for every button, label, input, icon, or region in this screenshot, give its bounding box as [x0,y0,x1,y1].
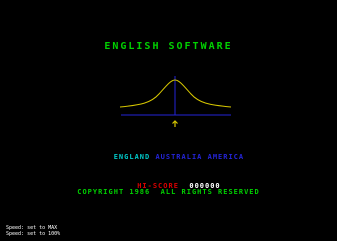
country-america[interactable]: AMERICA [208,153,245,161]
up-arrow-icon [172,120,178,127]
country-england[interactable]: ENGLAND [114,153,151,161]
game-screen[interactable]: ENGLISH SOFTWARE ENGLAND AUSTRALIA AMERI… [0,0,337,241]
speed-log-line: Speed: set to 100% [6,231,61,237]
country-australia[interactable]: AUSTRALIA [155,153,202,161]
speed-log: Speed: set to MAX Speed: set to 100% [6,225,60,237]
publisher-title: ENGLISH SOFTWARE [104,41,233,52]
bell-curve-logo [119,76,232,127]
copyright-notice: COPYRIGHT 1986 ALL RIGHTS RESERVED [77,188,260,196]
country-selector[interactable]: ENGLAND AUSTRALIA AMERICA [0,147,337,168]
